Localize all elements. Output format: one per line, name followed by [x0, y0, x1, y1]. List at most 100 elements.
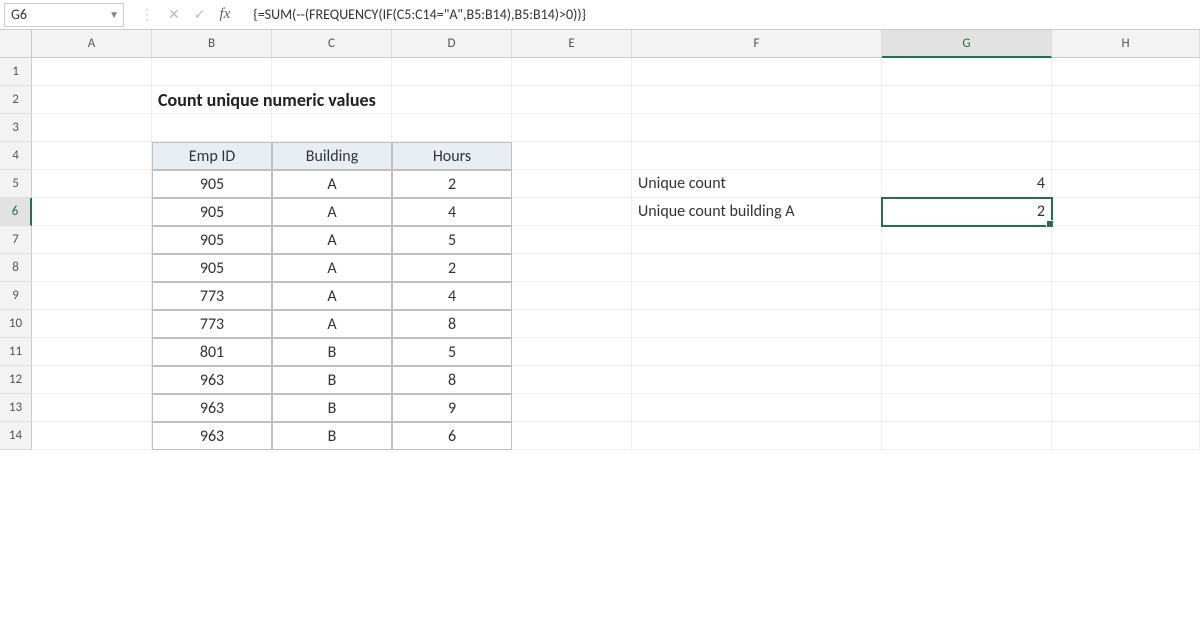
- cell-E11[interactable]: [512, 338, 632, 366]
- cell-H2[interactable]: [1052, 86, 1200, 114]
- cell-B1[interactable]: [152, 58, 272, 86]
- cell-G13[interactable]: [882, 394, 1052, 422]
- row-header-2[interactable]: 2: [0, 86, 32, 114]
- cell-F4[interactable]: [632, 142, 882, 170]
- column-header-G[interactable]: G: [882, 30, 1052, 58]
- cell-E12[interactable]: [512, 366, 632, 394]
- cell-E13[interactable]: [512, 394, 632, 422]
- cell-H12[interactable]: [1052, 366, 1200, 394]
- spreadsheet-grid[interactable]: ABCDEFGH12Count unique numeric values34E…: [0, 30, 1200, 450]
- row-header-8[interactable]: 8: [0, 254, 32, 282]
- name-box[interactable]: G6 ▼: [4, 3, 124, 27]
- chevron-down-icon[interactable]: ▼: [109, 8, 119, 21]
- row-header-9[interactable]: 9: [0, 282, 32, 310]
- cell-G3[interactable]: [882, 114, 1052, 142]
- cell-E3[interactable]: [512, 114, 632, 142]
- cell-H8[interactable]: [1052, 254, 1200, 282]
- cell-G2[interactable]: [882, 86, 1052, 114]
- cell-A3[interactable]: [32, 114, 152, 142]
- formula-input[interactable]: {=SUM(--(FREQUENCY(IF(C5:C14="A",B5:B14)…: [246, 3, 1196, 27]
- column-header-B[interactable]: B: [152, 30, 272, 58]
- column-header-F[interactable]: F: [632, 30, 882, 58]
- cell-A5[interactable]: [32, 170, 152, 198]
- cell-F1[interactable]: [632, 58, 882, 86]
- cell-C2[interactable]: [272, 86, 392, 114]
- cell-E7[interactable]: [512, 226, 632, 254]
- cell-D1[interactable]: [392, 58, 512, 86]
- row-header-7[interactable]: 7: [0, 226, 32, 254]
- enter-icon[interactable]: ✓: [194, 6, 206, 23]
- row-header-12[interactable]: 12: [0, 366, 32, 394]
- cell-E5[interactable]: [512, 170, 632, 198]
- cell-H10[interactable]: [1052, 310, 1200, 338]
- cell-G1[interactable]: [882, 58, 1052, 86]
- cell-E9[interactable]: [512, 282, 632, 310]
- cell-F8[interactable]: [632, 254, 882, 282]
- cell-C1[interactable]: [272, 58, 392, 86]
- value-unique-count-a[interactable]: 2: [882, 198, 1052, 226]
- cell-H7[interactable]: [1052, 226, 1200, 254]
- cell-A14[interactable]: [32, 422, 152, 450]
- select-all-corner[interactable]: [0, 30, 32, 58]
- cell-B3[interactable]: [152, 114, 272, 142]
- cell-H13[interactable]: [1052, 394, 1200, 422]
- row-header-10[interactable]: 10: [0, 310, 32, 338]
- row-header-13[interactable]: 13: [0, 394, 32, 422]
- cell-H6[interactable]: [1052, 198, 1200, 226]
- cell-C3[interactable]: [272, 114, 392, 142]
- cell-F12[interactable]: [632, 366, 882, 394]
- cell-H3[interactable]: [1052, 114, 1200, 142]
- cell-A11[interactable]: [32, 338, 152, 366]
- cell-E10[interactable]: [512, 310, 632, 338]
- column-header-E[interactable]: E: [512, 30, 632, 58]
- cell-H1[interactable]: [1052, 58, 1200, 86]
- cell-G11[interactable]: [882, 338, 1052, 366]
- cancel-icon[interactable]: ✕: [168, 6, 180, 23]
- row-header-6[interactable]: 6: [0, 198, 32, 226]
- cell-F2[interactable]: [632, 86, 882, 114]
- row-header-5[interactable]: 5: [0, 170, 32, 198]
- cell-A10[interactable]: [32, 310, 152, 338]
- cell-H4[interactable]: [1052, 142, 1200, 170]
- cell-G7[interactable]: [882, 226, 1052, 254]
- row-header-3[interactable]: 3: [0, 114, 32, 142]
- cell-F9[interactable]: [632, 282, 882, 310]
- cell-A9[interactable]: [32, 282, 152, 310]
- cell-E6[interactable]: [512, 198, 632, 226]
- row-header-14[interactable]: 14: [0, 422, 32, 450]
- cell-E4[interactable]: [512, 142, 632, 170]
- cell-E8[interactable]: [512, 254, 632, 282]
- column-header-H[interactable]: H: [1052, 30, 1200, 58]
- cell-H11[interactable]: [1052, 338, 1200, 366]
- row-header-1[interactable]: 1: [0, 58, 32, 86]
- cell-E2[interactable]: [512, 86, 632, 114]
- cell-G12[interactable]: [882, 366, 1052, 394]
- cell-D2[interactable]: [392, 86, 512, 114]
- cell-A6[interactable]: [32, 198, 152, 226]
- row-header-4[interactable]: 4: [0, 142, 32, 170]
- cell-E14[interactable]: [512, 422, 632, 450]
- cell-A4[interactable]: [32, 142, 152, 170]
- cell-A13[interactable]: [32, 394, 152, 422]
- cell-A12[interactable]: [32, 366, 152, 394]
- cell-F3[interactable]: [632, 114, 882, 142]
- fx-icon[interactable]: fx: [219, 6, 230, 23]
- cell-G8[interactable]: [882, 254, 1052, 282]
- cell-H5[interactable]: [1052, 170, 1200, 198]
- cell-G10[interactable]: [882, 310, 1052, 338]
- cell-A2[interactable]: [32, 86, 152, 114]
- cell-G9[interactable]: [882, 282, 1052, 310]
- column-header-A[interactable]: A: [32, 30, 152, 58]
- cell-H9[interactable]: [1052, 282, 1200, 310]
- cell-G4[interactable]: [882, 142, 1052, 170]
- cell-G14[interactable]: [882, 422, 1052, 450]
- cell-A8[interactable]: [32, 254, 152, 282]
- cell-F14[interactable]: [632, 422, 882, 450]
- row-header-11[interactable]: 11: [0, 338, 32, 366]
- column-header-C[interactable]: C: [272, 30, 392, 58]
- cell-F7[interactable]: [632, 226, 882, 254]
- cell-F13[interactable]: [632, 394, 882, 422]
- cell-A7[interactable]: [32, 226, 152, 254]
- cell-F11[interactable]: [632, 338, 882, 366]
- cell-H14[interactable]: [1052, 422, 1200, 450]
